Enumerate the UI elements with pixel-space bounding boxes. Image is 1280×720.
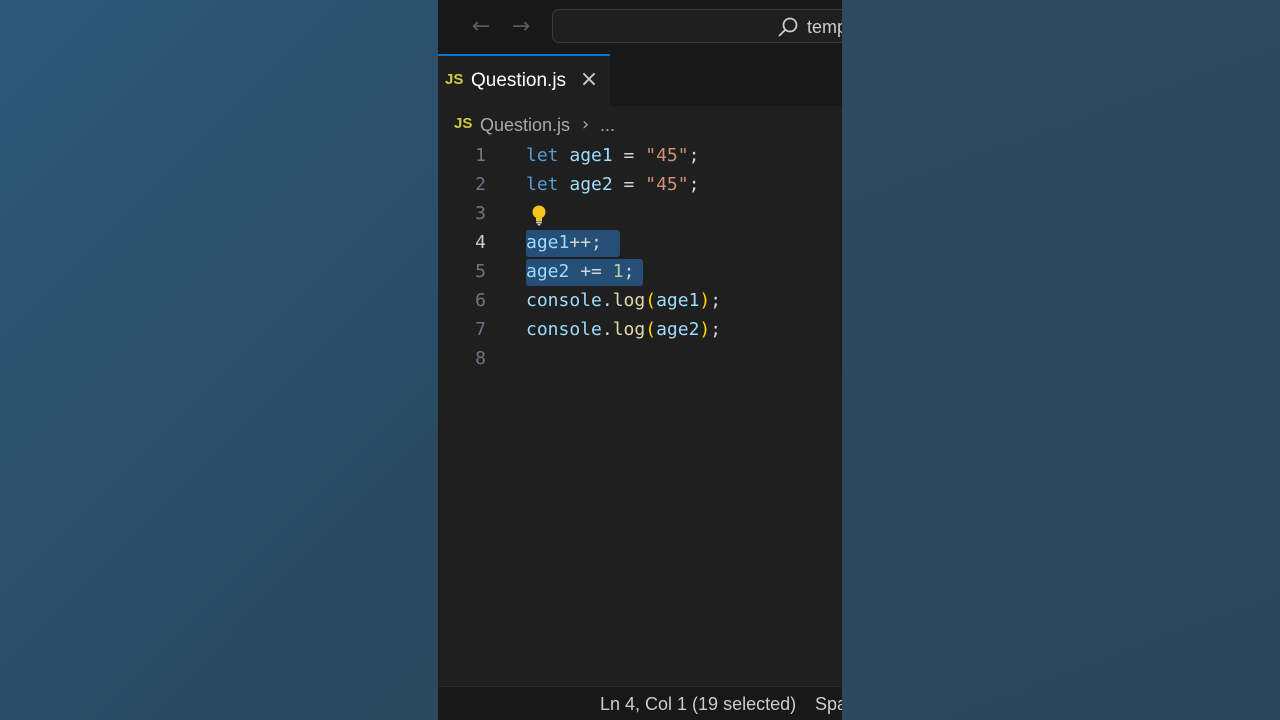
breadcrumb: JS Question.js › ... <box>438 108 842 142</box>
code-token: . <box>601 319 613 340</box>
code-editor-window: ← → temp JS Question.js × JS Question.js… <box>438 0 842 720</box>
line-number: 8 <box>475 348 486 369</box>
line-number: 5 <box>475 261 486 282</box>
breadcrumb-file[interactable]: Question.js <box>480 113 570 137</box>
code-token: ( <box>645 290 657 311</box>
breadcrumb-symbols[interactable]: ... <box>600 113 615 137</box>
code-line[interactable]: 8 <box>438 344 842 373</box>
line-number: 4 <box>475 232 486 253</box>
code-text: age2 += 1; <box>526 257 634 286</box>
javascript-file-icon: JS <box>445 71 464 88</box>
code-token: log <box>612 319 646 340</box>
code-text: let age1 = "45"; <box>526 141 699 170</box>
code-token: ; <box>623 261 635 282</box>
code-line[interactable]: 7 console.log(age2); <box>438 315 842 344</box>
tab-question-js[interactable]: JS Question.js × <box>438 54 610 106</box>
code-token: . <box>601 290 613 311</box>
line-number: 1 <box>475 145 486 166</box>
code-token: ; <box>688 174 700 195</box>
chevron-right-icon: › <box>582 114 590 135</box>
code-token: age2 <box>569 174 613 195</box>
code-text: age1++; <box>526 228 602 257</box>
indentation-status[interactable]: Spa <box>815 693 842 715</box>
code-token: "45" <box>645 145 689 166</box>
code-line[interactable]: 5 age2 += 1; <box>438 257 842 286</box>
code-line[interactable]: 1 let age1 = "45"; <box>438 141 842 170</box>
code-token: ; <box>688 145 700 166</box>
code-token: = <box>612 145 646 166</box>
code-token: ; <box>710 319 722 340</box>
code-line[interactable]: 6 console.log(age1); <box>438 286 842 315</box>
line-number: 7 <box>475 319 486 340</box>
code-token: ++; <box>569 232 602 253</box>
search-text: temp <box>807 17 842 37</box>
code-text: console.log(age2); <box>526 315 721 344</box>
code-token: ; <box>710 290 722 311</box>
lightbulb-icon[interactable] <box>530 204 548 226</box>
close-icon[interactable]: × <box>577 68 601 92</box>
code-token: += <box>569 261 613 282</box>
cursor-position-status[interactable]: Ln 4, Col 1 (19 selected) <box>600 693 796 715</box>
code-token: console <box>526 290 602 311</box>
line-number: 3 <box>475 203 486 224</box>
background-right <box>842 0 1280 720</box>
back-arrow-icon[interactable]: ← <box>469 14 493 40</box>
tab-bar: JS Question.js × <box>438 54 842 106</box>
code-token: 1 <box>612 261 624 282</box>
code-line[interactable]: 3 <box>438 199 842 228</box>
command-center-search[interactable]: temp <box>552 9 842 43</box>
title-bar: ← → temp <box>438 0 842 55</box>
code-token: log <box>612 290 646 311</box>
code-token: age2 <box>526 261 570 282</box>
line-number: 2 <box>475 174 486 195</box>
code-token: ) <box>699 319 711 340</box>
code-token: age2 <box>656 319 700 340</box>
code-token: console <box>526 319 602 340</box>
code-area[interactable]: 1 let age1 = "45"; 2 let age2 = "45"; 3 … <box>438 141 842 373</box>
status-bar: Ln 4, Col 1 (19 selected) Spa <box>438 686 842 720</box>
tab-label: Question.js <box>471 70 567 91</box>
code-text: let age2 = "45"; <box>526 170 699 199</box>
code-token: age1 <box>569 145 613 166</box>
code-token: ( <box>645 319 657 340</box>
code-line[interactable]: 4 age1++; <box>438 228 842 257</box>
code-token: ) <box>699 290 711 311</box>
search-icon <box>778 17 798 37</box>
code-token: "45" <box>645 174 689 195</box>
code-token: let <box>526 145 559 166</box>
line-number: 6 <box>475 290 486 311</box>
code-line[interactable]: 2 let age2 = "45"; <box>438 170 842 199</box>
code-token: age1 <box>656 290 700 311</box>
code-token: = <box>612 174 646 195</box>
javascript-file-icon: JS <box>454 115 473 132</box>
forward-arrow-icon[interactable]: → <box>509 14 533 40</box>
code-text: console.log(age1); <box>526 286 721 315</box>
code-token: let <box>526 174 559 195</box>
code-token: age1 <box>526 232 570 253</box>
